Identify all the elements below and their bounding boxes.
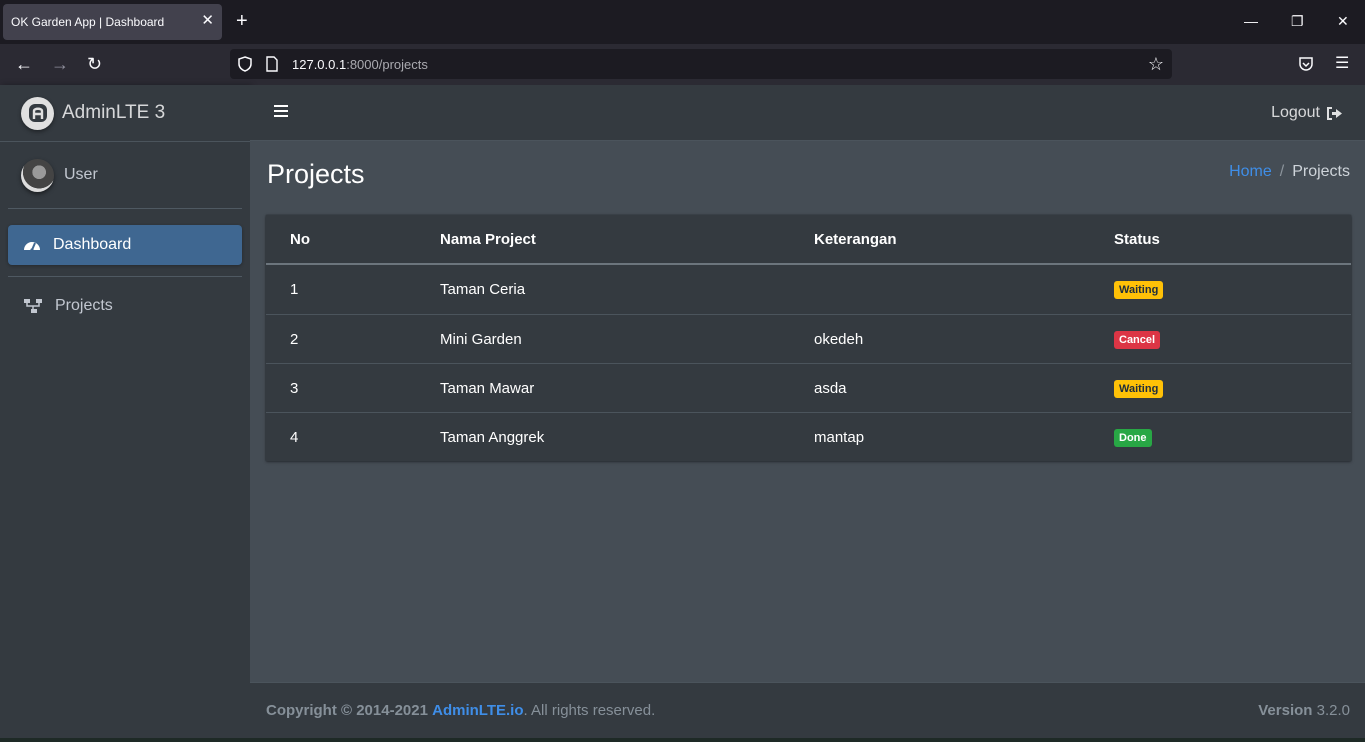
bookmark-star-icon[interactable]: ☆	[1148, 54, 1164, 75]
status-badge: Done	[1114, 428, 1152, 447]
sidebar-item-projects[interactable]: Projects	[8, 286, 242, 326]
row-name: Taman Ceria	[440, 281, 526, 298]
browser-tab[interactable]: OK Garden App | Dashboard ✕	[3, 4, 222, 40]
app-menu-icon[interactable]: ☰	[1335, 55, 1349, 73]
version-label: Version	[1258, 702, 1313, 719]
restore-icon[interactable]: ❐	[1291, 13, 1304, 29]
logout-label: Logout	[1271, 104, 1320, 121]
row-name: Taman Anggrek	[440, 429, 545, 446]
table-row: 4 Taman Anggrek mantap Done	[266, 412, 1351, 461]
page-title: Projects	[267, 159, 365, 189]
column-header-status: Status	[1114, 231, 1160, 248]
minimize-icon[interactable]: —	[1244, 13, 1258, 29]
copyright: Copyright © 2014-2021 AdminLTE.io. All r…	[266, 702, 655, 719]
column-header-nama-project: Nama Project	[440, 231, 536, 248]
user-panel[interactable]: User	[8, 142, 242, 209]
menu-toggle-icon[interactable]	[274, 105, 288, 117]
row-name: Taman Mawar	[440, 380, 535, 397]
content-wrapper: Projects Home / Projects No Nama Project…	[250, 141, 1365, 682]
pocket-icon[interactable]	[1298, 56, 1314, 72]
sign-out-icon	[1327, 106, 1342, 120]
status-badge: Waiting	[1114, 280, 1164, 299]
column-header-no: No	[290, 231, 310, 248]
column-header-keterangan: Keterangan	[814, 231, 897, 248]
copyright-suffix: . All rights reserved.	[523, 702, 656, 719]
breadcrumb-current: Projects	[1292, 163, 1350, 180]
shield-icon[interactable]	[238, 56, 252, 72]
browser-tab-bar: OK Garden App | Dashboard ✕ + — ❐ ✕	[0, 0, 1365, 44]
table-row: 1 Taman Ceria Waiting	[266, 265, 1351, 314]
brand-text: AdminLTE 3	[62, 102, 166, 123]
breadcrumb: Home / Projects	[1229, 163, 1350, 181]
table-header-row: No Nama Project Keterangan Status	[266, 215, 1351, 265]
row-no: 3	[290, 380, 299, 397]
url-text[interactable]: 127.0.0.1:8000/projects	[292, 57, 428, 72]
sitemap-icon	[24, 299, 42, 313]
taskbar-strip	[0, 738, 1365, 742]
row-desc: asda	[814, 380, 847, 397]
breadcrumb-home-link[interactable]: Home	[1229, 163, 1272, 181]
breadcrumb-separator: /	[1279, 163, 1285, 180]
url-bar[interactable]: 127.0.0.1:8000/projects ☆	[230, 49, 1172, 79]
table-row: 3 Taman Mawar asda Waiting	[266, 363, 1351, 412]
avatar	[21, 158, 54, 192]
projects-table-card: No Nama Project Keterangan Status 1 Tama…	[266, 215, 1351, 461]
browser-toolbar: ← → ↻ 127.0.0.1:8000/projects ☆ ☰	[0, 44, 1365, 85]
main-footer: Copyright © 2014-2021 AdminLTE.io. All r…	[250, 682, 1365, 738]
sidebar: AdminLTE 3 User Dashboard Projects	[0, 85, 250, 742]
row-no: 1	[290, 281, 299, 298]
sidebar-item-label: Projects	[55, 297, 113, 314]
sidebar-menu: Dashboard Projects	[0, 209, 250, 326]
copyright-prefix: Copyright © 2014-2021	[266, 702, 428, 719]
main-header: Logout	[250, 85, 1365, 141]
adminlte-logo-icon	[21, 96, 54, 130]
forward-icon[interactable]: →	[51, 55, 69, 73]
close-tab-icon[interactable]: ✕	[201, 13, 214, 29]
sidebar-item-label: Dashboard	[53, 236, 132, 253]
tab-title: OK Garden App | Dashboard	[11, 15, 165, 29]
divider	[8, 276, 242, 277]
page-icon	[266, 56, 278, 72]
brand-link[interactable]: AdminLTE 3	[0, 85, 250, 142]
tachometer-icon	[24, 242, 40, 252]
status-badge: Waiting	[1114, 379, 1164, 398]
row-desc: mantap	[814, 429, 865, 446]
row-no: 4	[290, 429, 299, 446]
reload-icon[interactable]: ↻	[87, 55, 102, 73]
adminlte-link[interactable]: AdminLTE.io	[432, 702, 523, 719]
back-icon[interactable]: ←	[15, 55, 33, 73]
new-tab-icon[interactable]: +	[236, 11, 248, 31]
table-row: 2 Mini Garden okedeh Cancel	[266, 314, 1351, 363]
window-close-icon[interactable]: ✕	[1337, 13, 1349, 29]
user-name[interactable]: User	[64, 166, 98, 184]
version-info: Version 3.2.0	[1258, 702, 1350, 719]
row-name: Mini Garden	[440, 331, 522, 348]
row-desc: okedeh	[814, 331, 864, 348]
logout-button[interactable]: Logout	[1271, 104, 1343, 122]
sidebar-item-dashboard[interactable]: Dashboard	[8, 225, 242, 265]
row-no: 2	[290, 331, 299, 348]
version-number: 3.2.0	[1316, 702, 1350, 719]
status-badge: Cancel	[1114, 330, 1161, 349]
